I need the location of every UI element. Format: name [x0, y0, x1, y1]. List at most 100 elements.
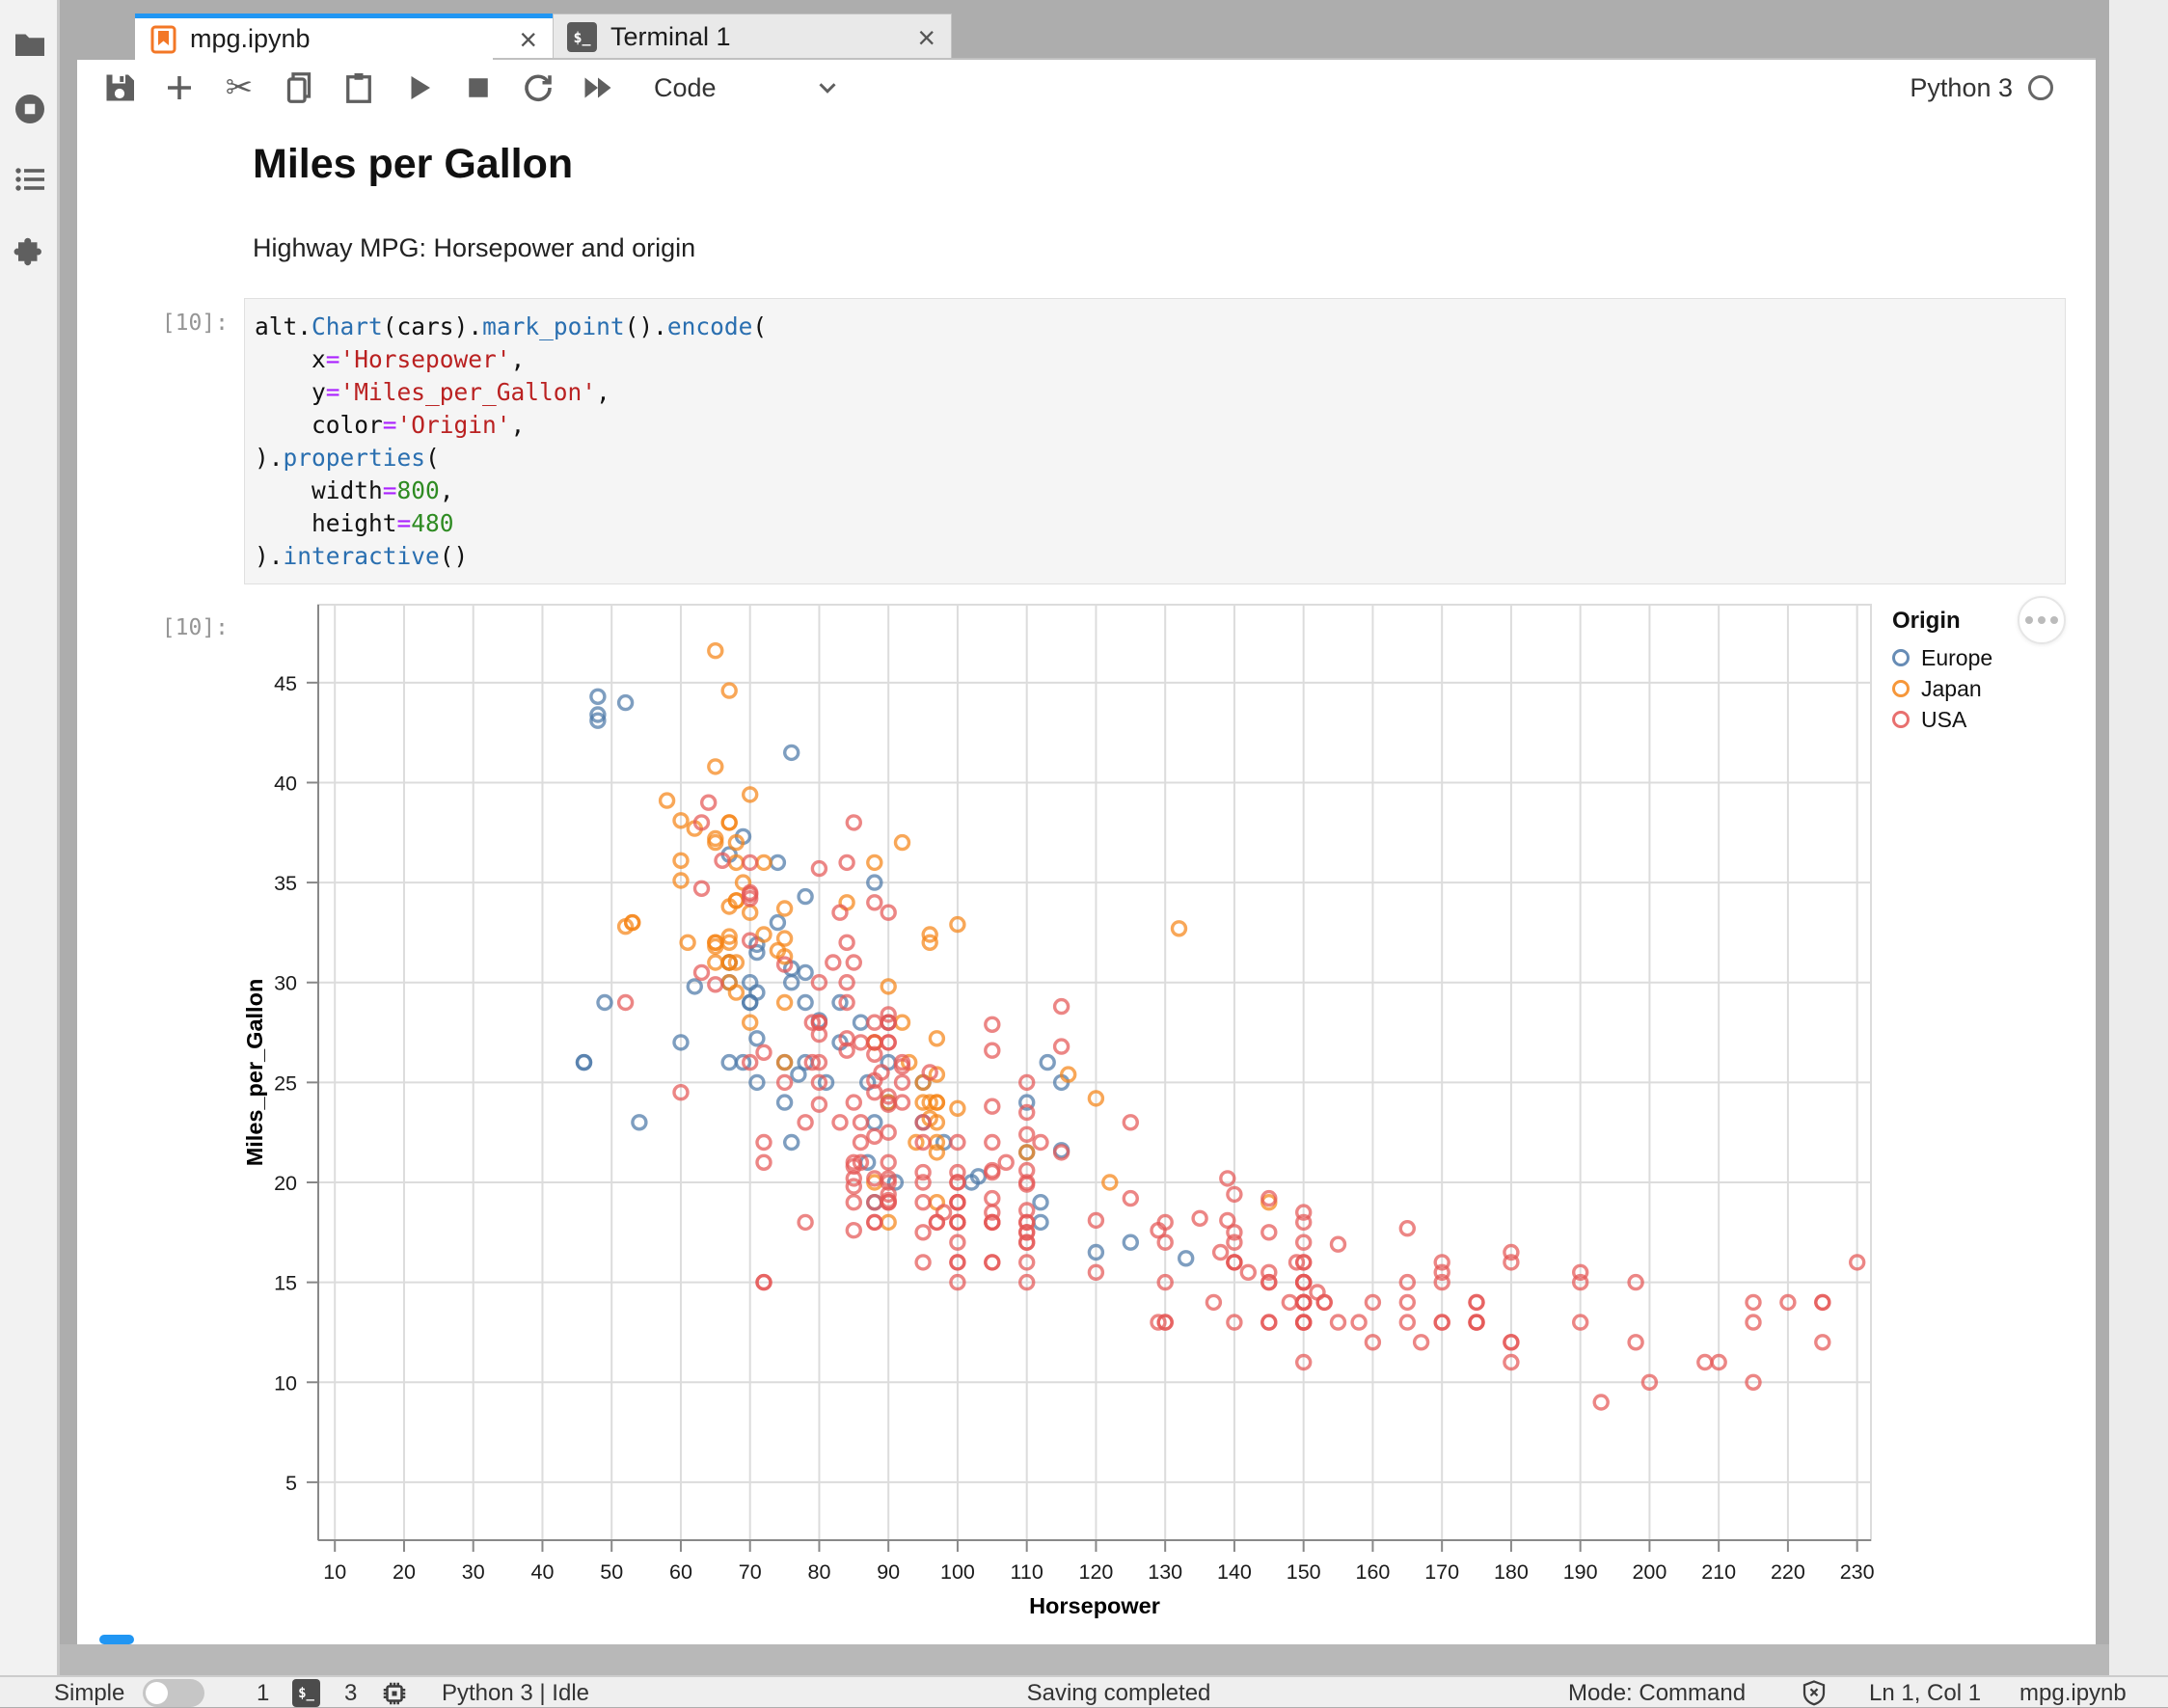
svg-text:15: 15 — [274, 1272, 297, 1295]
tab-label: Terminal 1 — [610, 22, 731, 52]
input-prompt: [10]: — [74, 311, 229, 336]
kernel-name[interactable]: Python 3 — [1910, 73, 2013, 103]
svg-text:210: 210 — [1701, 1560, 1736, 1584]
notebook-toolbar: ✂ Code Python 3 — [77, 60, 2096, 116]
svg-text:25: 25 — [274, 1071, 297, 1095]
scatter-chart[interactable]: 1020304050607080901001101201301401501601… — [222, 598, 1900, 1640]
legend-label: Japan — [1921, 676, 1982, 702]
svg-text:70: 70 — [739, 1560, 762, 1584]
code-line: ).properties( — [255, 442, 2065, 474]
svg-text:170: 170 — [1424, 1560, 1459, 1584]
table-of-contents-icon[interactable] — [13, 162, 47, 197]
extension-manager-icon[interactable] — [13, 234, 47, 269]
svg-text:Miles_per_Gallon: Miles_per_Gallon — [242, 979, 267, 1167]
svg-text:50: 50 — [600, 1560, 623, 1584]
code-line: x='Horsepower', — [255, 343, 2065, 376]
legend-entry[interactable]: Japan — [1892, 673, 1992, 704]
close-icon[interactable]: × — [917, 22, 935, 53]
svg-text:5: 5 — [285, 1472, 297, 1495]
tab-mpg-ipynb[interactable]: mpg.ipynb × — [135, 14, 553, 60]
svg-text:20: 20 — [393, 1560, 416, 1584]
kernel-chip-icon[interactable] — [380, 1679, 409, 1707]
paste-cells-icon[interactable] — [341, 70, 376, 105]
svg-text:20: 20 — [274, 1172, 297, 1195]
legend-symbol — [1892, 711, 1910, 728]
markdown-paragraph: Highway MPG: Horsepower and origin — [253, 233, 695, 263]
svg-text:30: 30 — [274, 972, 297, 995]
code-line: ).interactive() — [255, 540, 2065, 573]
kernel-status-icon[interactable] — [2028, 75, 2053, 100]
svg-text:40: 40 — [530, 1560, 554, 1584]
markdown-heading: Miles per Gallon — [253, 141, 573, 188]
trust-shield-icon[interactable] — [1800, 1679, 1829, 1707]
svg-text:Horsepower: Horsepower — [1029, 1593, 1160, 1618]
save-status-message: Saving completed — [868, 1679, 1369, 1707]
svg-text:200: 200 — [1632, 1560, 1667, 1584]
svg-text:90: 90 — [877, 1560, 900, 1584]
svg-text:30: 30 — [462, 1560, 485, 1584]
scrollbar-thumb[interactable] — [99, 1635, 134, 1644]
vega-actions-button[interactable] — [2018, 596, 2066, 644]
svg-text:120: 120 — [1078, 1560, 1113, 1584]
svg-text:45: 45 — [274, 672, 297, 695]
legend-title: Origin — [1892, 608, 1992, 635]
cut-cells-icon[interactable]: ✂ — [222, 70, 257, 105]
svg-text:220: 220 — [1771, 1560, 1805, 1584]
simple-mode-toggle[interactable] — [143, 1679, 204, 1707]
svg-text:150: 150 — [1287, 1560, 1321, 1584]
svg-text:40: 40 — [274, 772, 297, 795]
copy-cells-icon[interactable] — [282, 70, 316, 105]
save-icon[interactable] — [102, 70, 137, 105]
tab-label: mpg.ipynb — [190, 24, 311, 54]
stop-kernel-icon[interactable] — [461, 70, 496, 105]
close-icon[interactable]: × — [519, 24, 537, 55]
window-bottom-border — [60, 1644, 2109, 1675]
toggle-knob — [146, 1682, 168, 1704]
legend-label: USA — [1921, 707, 1966, 733]
svg-text:230: 230 — [1840, 1560, 1875, 1584]
restart-kernel-icon[interactable] — [521, 70, 556, 105]
chart-legend: Origin Europe Japan USA — [1892, 608, 1992, 735]
activity-sidebar — [0, 0, 60, 1675]
terminals-count: 1 — [257, 1679, 269, 1707]
notebook-icon — [150, 25, 176, 54]
add-cell-icon[interactable] — [162, 70, 197, 105]
svg-text:110: 110 — [1011, 1560, 1043, 1584]
svg-text:60: 60 — [669, 1560, 692, 1584]
code-cell-editor[interactable]: alt.Chart(cars).mark_point().encode( x='… — [244, 298, 2066, 584]
tab-bar: mpg.ipynb × $_ Terminal 1 × — [60, 0, 2109, 60]
svg-text:100: 100 — [940, 1560, 975, 1584]
terminal-icon: $_ — [567, 22, 597, 52]
legend-entry[interactable]: USA — [1892, 704, 1992, 735]
cursor-position[interactable]: Ln 1, Col 1 — [1869, 1679, 1981, 1707]
cell-type-select[interactable]: Code — [654, 73, 717, 103]
simple-mode-label: Simple — [54, 1679, 124, 1707]
code-line: color='Origin', — [255, 409, 2065, 442]
run-cell-icon[interactable] — [401, 70, 436, 105]
kernels-count: 3 — [344, 1679, 357, 1707]
svg-text:190: 190 — [1563, 1560, 1598, 1584]
svg-text:80: 80 — [807, 1560, 830, 1584]
code-line: y='Miles_per_Gallon', — [255, 376, 2065, 409]
output-prompt: [10]: — [74, 615, 229, 640]
legend-entry[interactable]: Europe — [1892, 642, 1992, 673]
status-bar: Simple 1 $_ 3 Python 3 | Idle Saving com… — [0, 1675, 2168, 1707]
code-line: height=480 — [255, 507, 2065, 540]
chevron-down-icon[interactable] — [813, 73, 842, 102]
kernel-status-text[interactable]: Python 3 | Idle — [442, 1679, 589, 1707]
legend-label: Europe — [1921, 645, 1992, 671]
terminal-icon[interactable]: $_ — [292, 1679, 320, 1707]
right-panel-strip — [2109, 0, 2168, 1675]
running-kernels-icon[interactable] — [13, 92, 47, 126]
restart-run-all-icon[interactable] — [581, 70, 615, 105]
file-browser-icon[interactable] — [13, 27, 47, 62]
svg-text:35: 35 — [274, 872, 297, 895]
tab-terminal-1[interactable]: $_ Terminal 1 × — [553, 14, 952, 60]
command-mode-indicator[interactable]: Mode: Command — [1568, 1679, 1746, 1707]
svg-text:160: 160 — [1355, 1560, 1390, 1584]
code-line: width=800, — [255, 474, 2065, 507]
svg-text:180: 180 — [1494, 1560, 1529, 1584]
legend-symbol — [1892, 680, 1910, 697]
svg-text:140: 140 — [1217, 1560, 1252, 1584]
code-line: alt.Chart(cars).mark_point().encode( — [255, 311, 2065, 343]
